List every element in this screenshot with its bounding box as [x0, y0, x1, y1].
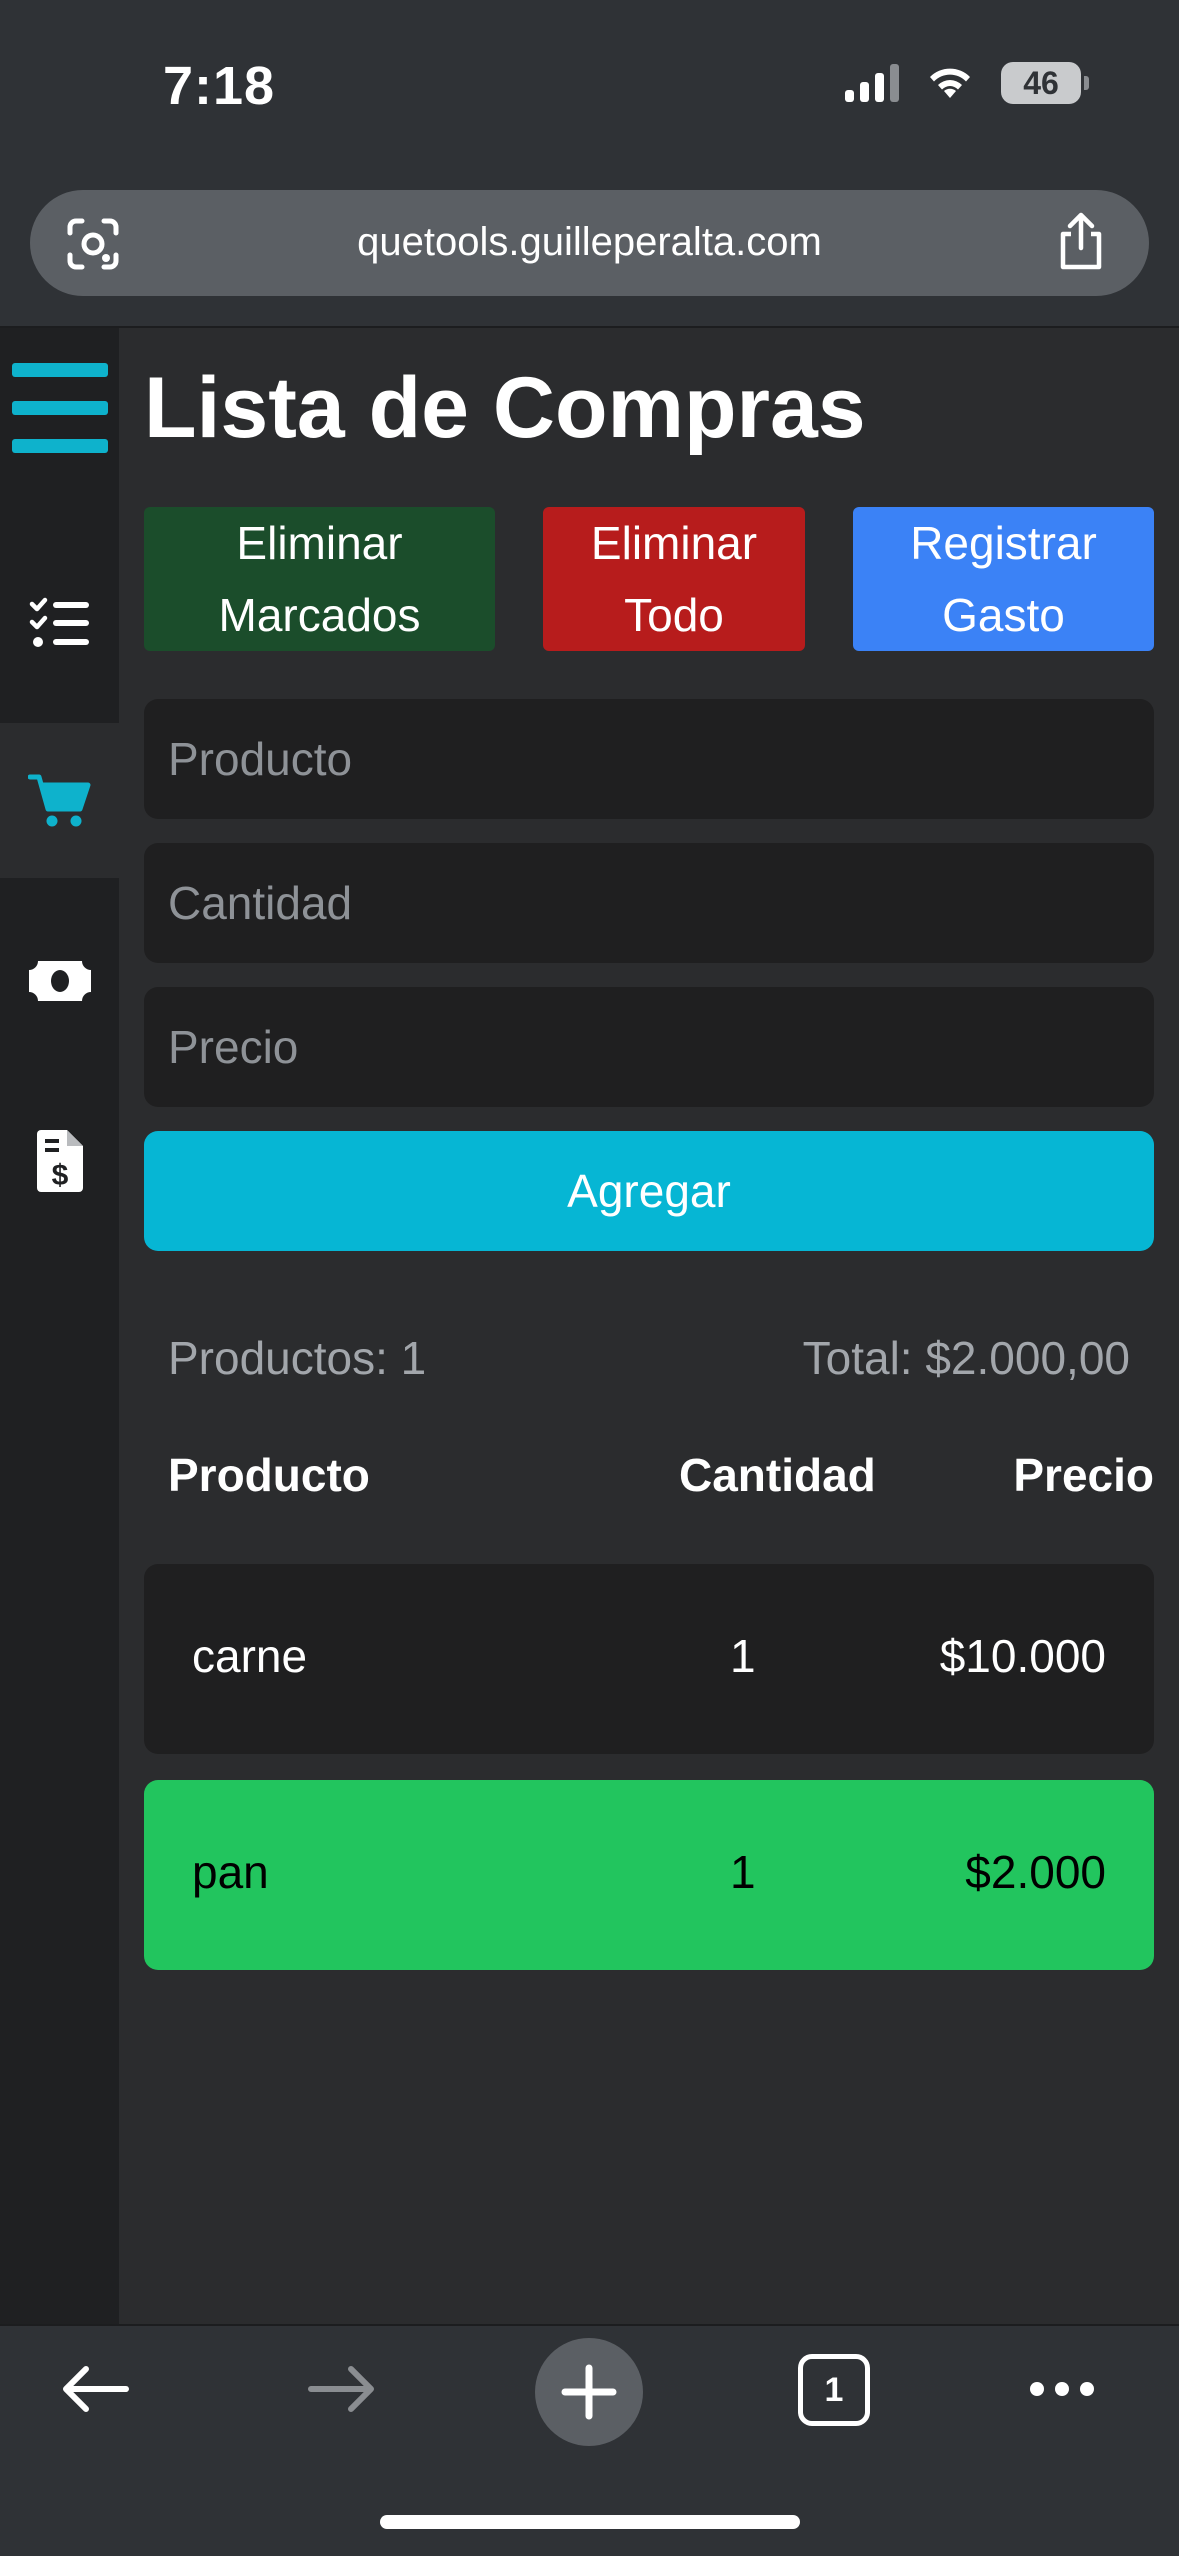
table-header: Producto Cantidad Precio [168, 1448, 1154, 1518]
back-button[interactable] [40, 2326, 150, 2451]
row-quantity: 1 [730, 1630, 756, 1682]
wifi-icon [930, 68, 970, 98]
header-product: Producto [168, 1449, 370, 1501]
more-dots-icon [1030, 2381, 1094, 2396]
register-label-1: Registrar [910, 517, 1097, 569]
price-input[interactable] [144, 987, 1154, 1107]
sidebar-item-cart[interactable] [0, 723, 119, 878]
plus-icon [561, 2364, 617, 2420]
status-icons: 46 [845, 62, 1089, 104]
new-tab-button[interactable] [535, 2338, 643, 2446]
invoice-icon: $ [36, 1129, 83, 1192]
delete-all-label-2: Todo [624, 589, 724, 641]
delete-marked-button[interactable]: Eliminar Marcados [144, 507, 495, 651]
delete-marked-label-1: Eliminar [236, 517, 403, 569]
row-price: $2.000 [965, 1846, 1106, 1898]
status-time: 7:18 [163, 56, 276, 116]
header-quantity: Cantidad [679, 1449, 876, 1501]
home-indicator [380, 2515, 800, 2529]
table-row[interactable]: carne 1 $10.000 [144, 1564, 1154, 1754]
header-price: Precio [1013, 1449, 1154, 1501]
hamburger-icon[interactable] [12, 363, 108, 453]
sidebar: $ [0, 328, 119, 2324]
table-row-marked[interactable]: pan 1 $2.000 [144, 1780, 1154, 1970]
sidebar-item-invoices[interactable]: $ [0, 1083, 119, 1238]
svg-text:$: $ [51, 1159, 68, 1192]
delete-all-label-1: Eliminar [590, 517, 758, 569]
forward-arrow-icon [308, 2365, 374, 2412]
browser-url-area: quetools.guilleperalta.com [0, 175, 1179, 328]
status-bar: 7:18 46 [0, 0, 1179, 175]
share-icon[interactable] [1053, 212, 1109, 272]
quantity-input[interactable] [144, 843, 1154, 963]
sidebar-item-expenses[interactable] [0, 903, 119, 1058]
delete-all-button[interactable]: Eliminar Todo [543, 507, 805, 651]
more-button[interactable] [1007, 2326, 1117, 2451]
back-arrow-icon [63, 2365, 129, 2412]
cart-icon [27, 774, 90, 826]
address-bar[interactable]: quetools.guilleperalta.com [30, 190, 1149, 296]
products-count: Productos: 1 [168, 1332, 427, 1384]
row-product: carne [192, 1630, 308, 1682]
delete-marked-label-2: Marcados [218, 589, 421, 641]
add-button[interactable]: Agregar [144, 1131, 1154, 1251]
page-title: Lista de Compras [144, 360, 866, 456]
total-amount: Total: $2.000,00 [802, 1332, 1130, 1384]
tabs-button[interactable]: 1 [798, 2354, 870, 2426]
sidebar-item-checklist[interactable] [0, 545, 119, 700]
product-input[interactable] [144, 699, 1154, 819]
url-text[interactable]: quetools.guilleperalta.com [30, 220, 1149, 265]
main-content: Lista de Compras Eliminar Marcados Elimi… [144, 328, 1154, 1970]
summary: Productos: 1 Total: $2.000,00 [168, 1331, 1130, 1391]
forward-button[interactable] [287, 2326, 397, 2451]
row-product: pan [192, 1846, 269, 1898]
register-label-2: Gasto [942, 589, 1065, 641]
register-expense-button[interactable]: Registrar Gasto [853, 507, 1154, 651]
row-quantity: 1 [730, 1846, 756, 1898]
checklist-icon [29, 597, 89, 647]
action-buttons: Eliminar Marcados Eliminar Todo Registra… [144, 507, 1154, 651]
row-price: $10.000 [939, 1630, 1106, 1682]
battery-icon: 46 [1001, 62, 1089, 104]
money-icon [28, 960, 91, 1001]
cellular-signal-icon [845, 64, 899, 102]
